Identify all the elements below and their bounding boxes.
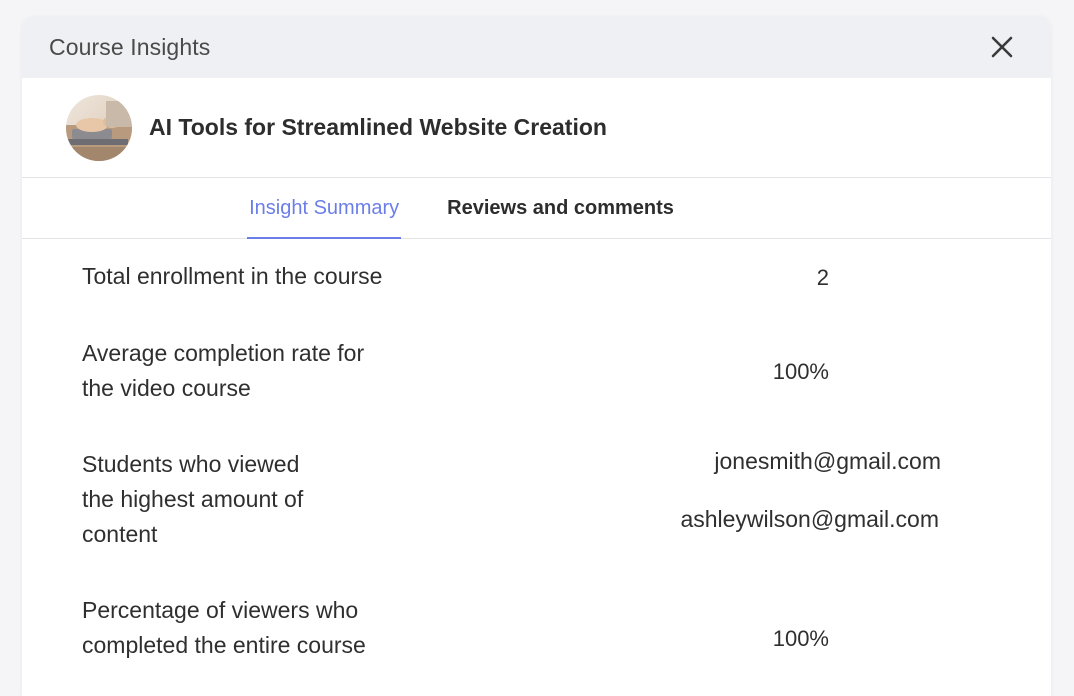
tab-insight-summary[interactable]: Insight Summary xyxy=(247,178,402,239)
course-row: AI Tools for Streamlined Website Creatio… xyxy=(22,78,1051,178)
course-insights-modal: Course Insights AI Tools for Streamlined… xyxy=(22,16,1051,696)
modal-header: Course Insights xyxy=(22,16,1051,78)
insight-label-full-completion: Percentage of viewers who completed the … xyxy=(82,597,366,658)
tab-bar: Insight Summary Reviews and comments xyxy=(22,178,1051,239)
insight-label-average-completion: Average completion rate for the video co… xyxy=(82,340,365,401)
top-viewer-email-1: jonesmith@gmail.com xyxy=(714,448,941,474)
insight-label-top-viewers: Students who viewed the highest amount o… xyxy=(82,451,304,547)
close-icon xyxy=(991,36,1013,58)
modal-title: Course Insights xyxy=(49,33,211,60)
top-viewer-email-2: ashleywilson@gmail.com xyxy=(680,506,939,532)
insight-value-total-enrollment: 2 xyxy=(816,265,829,290)
insight-label-total-enrollment: Total enrollment in the course xyxy=(82,263,383,289)
course-title: AI Tools for Streamlined Website Creatio… xyxy=(149,114,607,140)
insight-value-full-completion: 100% xyxy=(772,626,829,651)
course-thumbnail xyxy=(66,94,132,161)
course-thumbnail-image xyxy=(66,94,132,161)
insight-value-average-completion: 100% xyxy=(772,359,829,384)
close-button[interactable] xyxy=(988,33,1016,61)
tab-reviews-and-comments[interactable]: Reviews and comments xyxy=(445,178,676,238)
